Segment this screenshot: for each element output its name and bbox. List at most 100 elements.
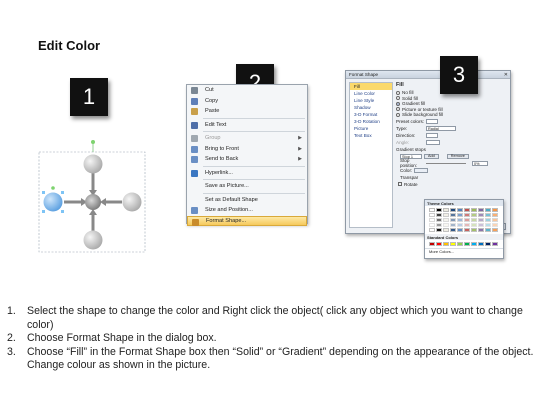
color-swatch[interactable]: [485, 208, 491, 212]
color-swatch[interactable]: [450, 213, 456, 217]
angle-input[interactable]: [426, 139, 440, 145]
color-swatch[interactable]: [471, 208, 477, 212]
menu-item-cut[interactable]: Cut: [187, 85, 307, 96]
color-swatch[interactable]: [471, 228, 477, 232]
color-swatch[interactable]: [457, 213, 463, 217]
color-swatch[interactable]: [443, 242, 449, 246]
menu-item-bring-to-front[interactable]: Bring to Front ▶: [187, 144, 307, 155]
menu-item-hyperlink[interactable]: Hyperlink...: [187, 168, 307, 179]
color-swatch[interactable]: [443, 208, 449, 212]
nav-line-color[interactable]: Line Color: [350, 90, 392, 97]
color-swatch[interactable]: [457, 242, 463, 246]
color-swatch[interactable]: [436, 213, 442, 217]
color-swatch[interactable]: [429, 228, 435, 232]
submenu-arrow-icon: ▶: [298, 145, 302, 152]
color-swatch[interactable]: [464, 223, 470, 227]
color-swatch[interactable]: [443, 213, 449, 217]
color-swatch[interactable]: [450, 218, 456, 222]
color-swatch[interactable]: [457, 228, 463, 232]
color-swatch[interactable]: [478, 228, 484, 232]
color-swatch[interactable]: [464, 228, 470, 232]
stop-position-slider[interactable]: [426, 162, 466, 164]
color-swatch[interactable]: [464, 208, 470, 212]
color-swatch[interactable]: [464, 213, 470, 217]
nav-line-style[interactable]: Line Style: [350, 97, 392, 104]
color-swatch[interactable]: [478, 223, 484, 227]
color-swatch[interactable]: [485, 228, 491, 232]
color-swatch[interactable]: [478, 213, 484, 217]
nav-picture[interactable]: Picture: [350, 125, 392, 132]
close-icon[interactable]: ✕: [504, 72, 508, 78]
color-swatch[interactable]: [471, 223, 477, 227]
color-swatch[interactable]: [492, 228, 498, 232]
color-swatch[interactable]: [443, 228, 449, 232]
copy-icon: [191, 97, 198, 105]
color-swatch[interactable]: [429, 218, 435, 222]
field-label: Angle:: [396, 139, 410, 145]
menu-item-edit-text[interactable]: Edit Text: [187, 120, 307, 131]
type-dropdown[interactable]: Radial: [426, 125, 456, 131]
nav-3d-rotation[interactable]: 3-D Rotation: [350, 118, 392, 125]
color-swatch[interactable]: [429, 242, 435, 246]
color-swatch[interactable]: [478, 242, 484, 246]
menu-item-size-position[interactable]: Size and Position...: [187, 205, 307, 216]
color-swatch[interactable]: [492, 208, 498, 212]
menu-item-format-shape[interactable]: Format Shape...: [187, 215, 307, 226]
color-swatch[interactable]: [478, 218, 484, 222]
color-swatch[interactable]: [436, 228, 442, 232]
color-swatch[interactable]: [436, 223, 442, 227]
color-swatch[interactable]: [450, 228, 456, 232]
color-swatch[interactable]: [492, 242, 498, 246]
color-swatch[interactable]: [471, 213, 477, 217]
color-swatch[interactable]: [492, 218, 498, 222]
rotate-row: Rotate: [396, 181, 507, 188]
color-swatch[interactable]: [492, 213, 498, 217]
menu-item-copy[interactable]: Copy: [187, 96, 307, 107]
checkbox-icon[interactable]: [398, 182, 402, 186]
color-swatch[interactable]: [443, 218, 449, 222]
menu-item-group[interactable]: Group ▶: [187, 133, 307, 144]
instruction-item: 3. Choose “Fill” in the Format Shape box …: [7, 346, 547, 373]
color-swatch[interactable]: [457, 208, 463, 212]
menu-item-set-default-shape[interactable]: Set as Default Shape: [187, 195, 307, 206]
stop-position-input[interactable]: 0%: [472, 160, 488, 166]
color-swatch[interactable]: [485, 218, 491, 222]
color-swatch[interactable]: [436, 218, 442, 222]
remove-stop-button[interactable]: Remove: [446, 153, 469, 159]
color-swatch[interactable]: [429, 213, 435, 217]
color-swatch[interactable]: [450, 208, 456, 212]
menu-item-save-as-picture[interactable]: Save as Picture...: [187, 181, 307, 192]
color-swatch[interactable]: [471, 242, 477, 246]
color-swatch[interactable]: [429, 208, 435, 212]
color-swatch[interactable]: [457, 223, 463, 227]
more-colors-link[interactable]: More Colors...: [425, 248, 503, 254]
color-swatch[interactable]: [443, 223, 449, 227]
nav-3d-format[interactable]: 3-D Format: [350, 111, 392, 118]
color-swatch[interactable]: [464, 218, 470, 222]
color-swatch[interactable]: [478, 208, 484, 212]
color-swatch[interactable]: [485, 242, 491, 246]
color-swatch[interactable]: [436, 208, 442, 212]
color-swatch[interactable]: [464, 242, 470, 246]
add-stop-button[interactable]: Add: [424, 153, 439, 159]
gradient-stops-label: Gradient stops: [396, 146, 426, 152]
color-swatch[interactable]: [492, 223, 498, 227]
direction-dropdown[interactable]: [426, 132, 438, 138]
handle: [42, 191, 45, 194]
menu-item-send-to-back[interactable]: Send to Back ▶: [187, 154, 307, 165]
nav-text-box[interactable]: Text Box: [350, 132, 392, 139]
color-swatch[interactable]: [429, 223, 435, 227]
color-swatch[interactable]: [485, 213, 491, 217]
color-dropdown[interactable]: [414, 167, 428, 173]
rotation-handle: [91, 140, 95, 144]
color-swatch[interactable]: [471, 218, 477, 222]
nav-fill[interactable]: Fill: [350, 83, 392, 90]
color-swatch[interactable]: [457, 218, 463, 222]
color-swatch[interactable]: [450, 242, 456, 246]
color-swatch[interactable]: [450, 223, 456, 227]
menu-item-paste[interactable]: Paste: [187, 106, 307, 117]
color-swatch[interactable]: [436, 242, 442, 246]
color-swatch[interactable]: [485, 223, 491, 227]
nav-shadow[interactable]: Shadow: [350, 104, 392, 111]
preset-colors-dropdown[interactable]: [426, 118, 438, 124]
